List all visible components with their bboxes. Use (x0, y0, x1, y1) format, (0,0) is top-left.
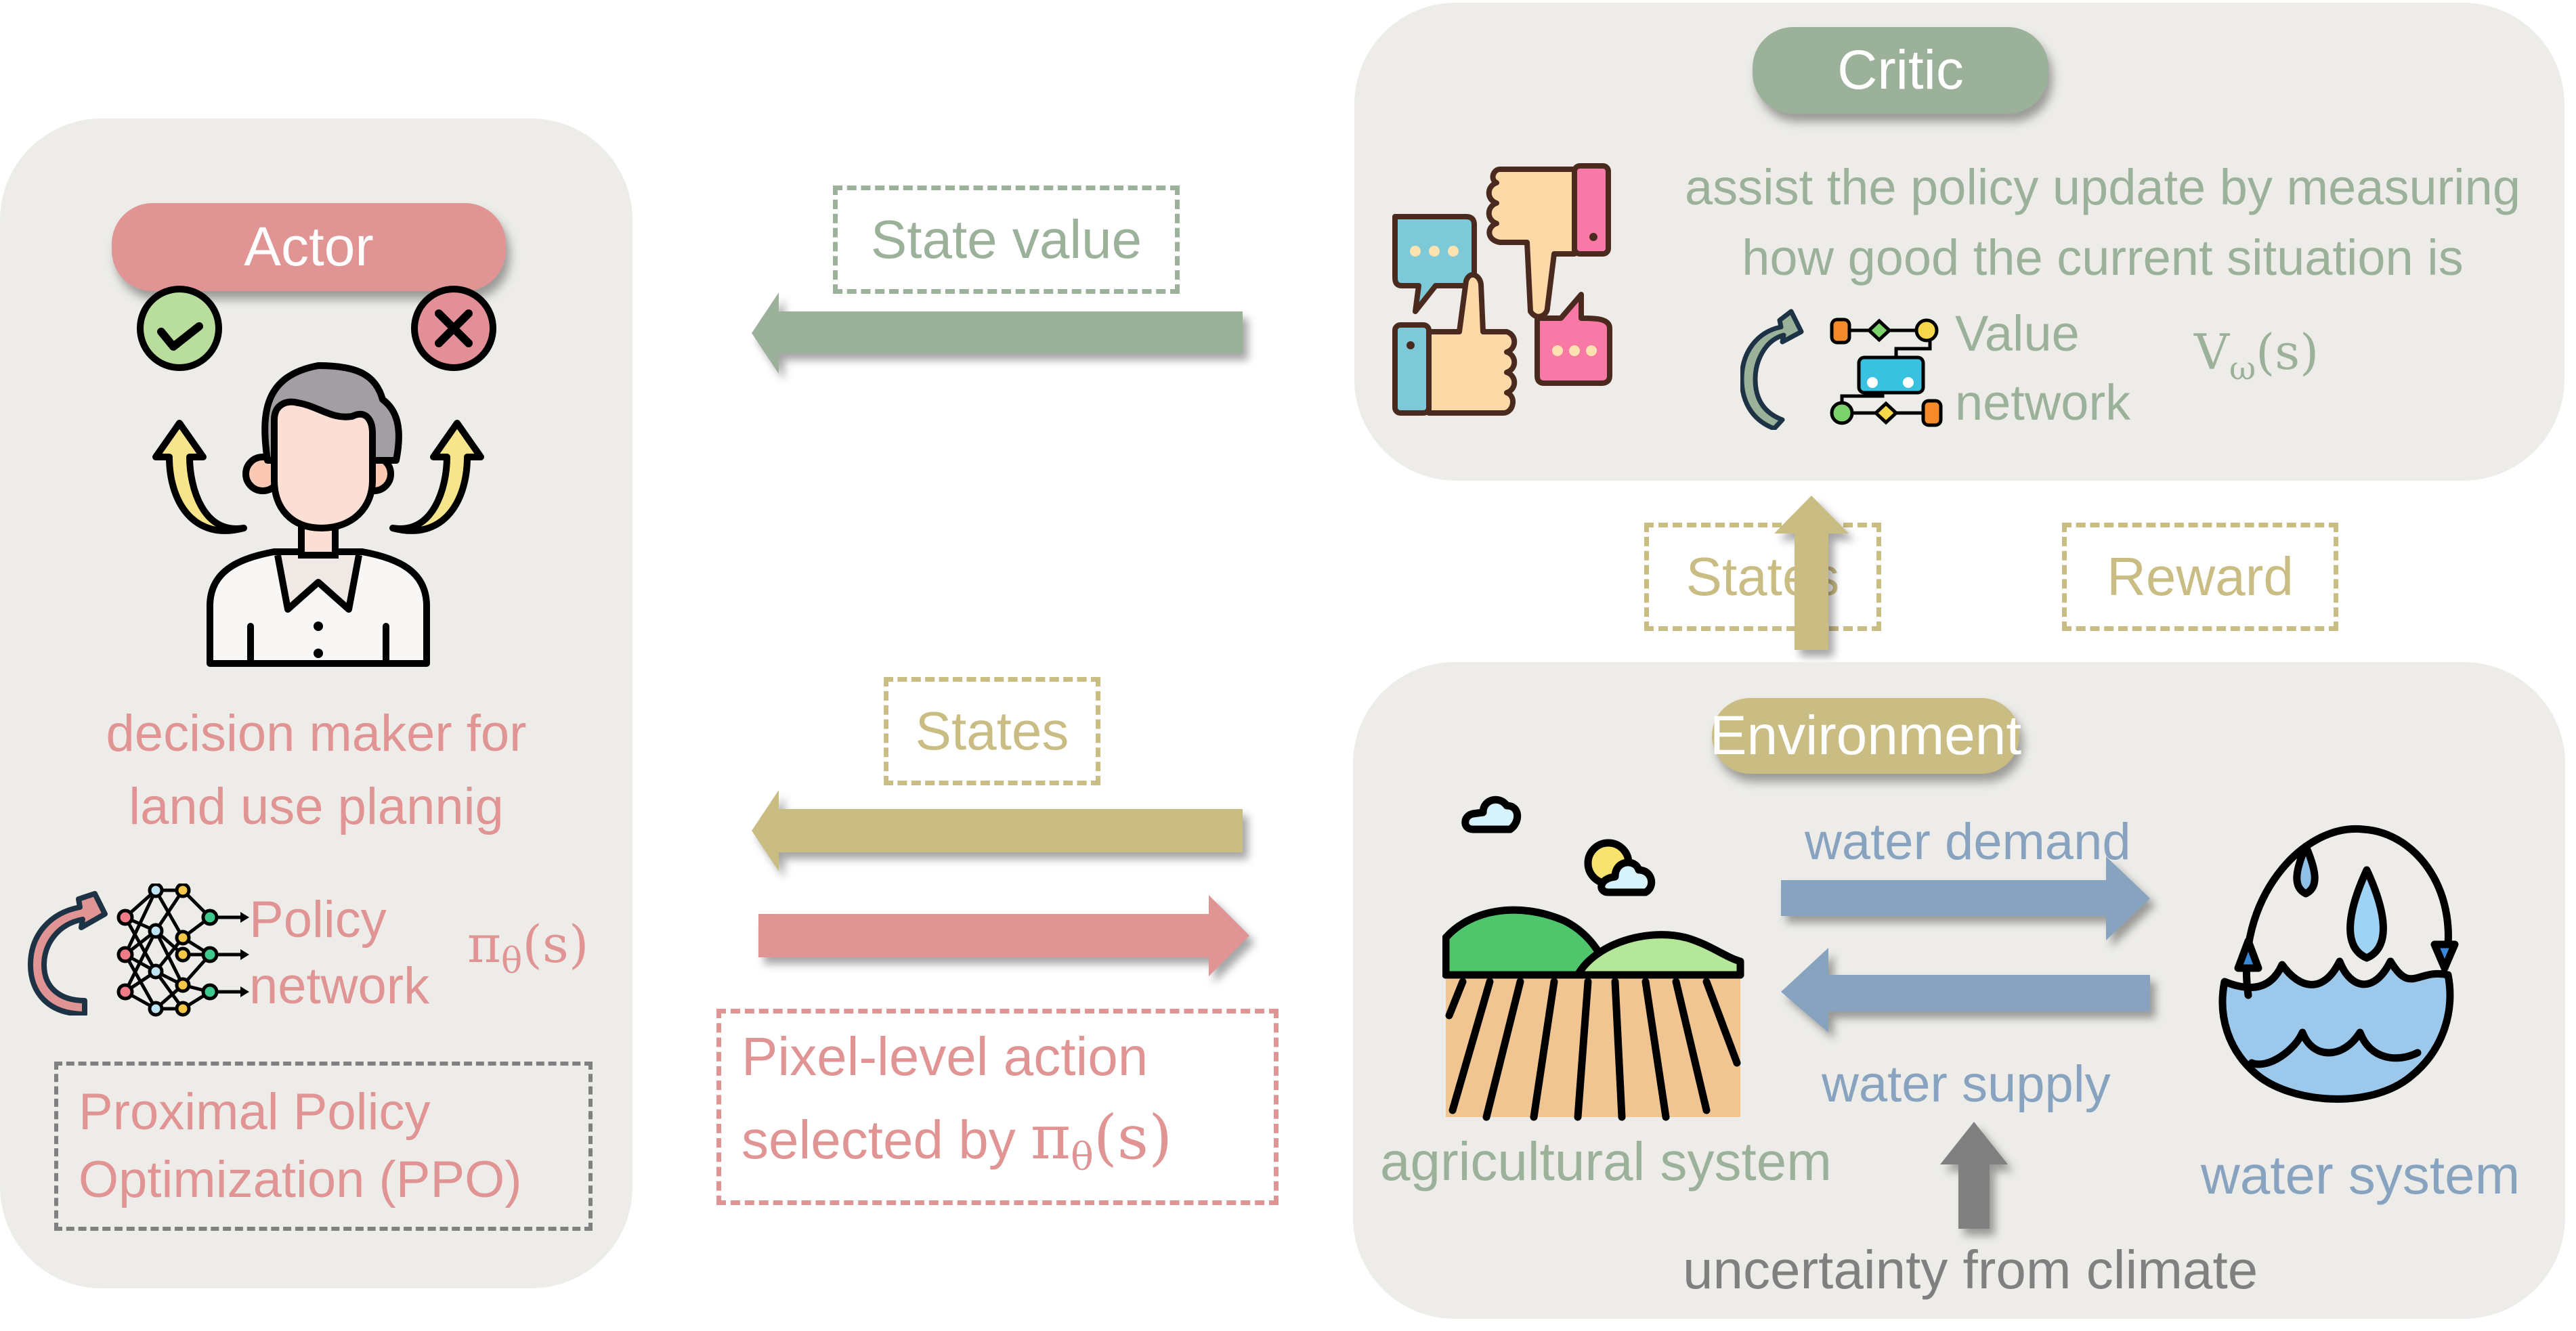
cross-icon (411, 286, 496, 371)
state-value-label: State value (870, 209, 1142, 269)
reward-label: Reward (2107, 546, 2294, 607)
actor-description-line2: land use plannig (129, 778, 504, 835)
action-label-line2: selected by πθ(s) (742, 1097, 1274, 1198)
ppo-box: Proximal Policy Optimization (PPO) (54, 1062, 593, 1231)
policy-subscript: θ (500, 941, 523, 982)
states-to-actor-label: States (915, 701, 1069, 761)
water-system-label: water system (2201, 1145, 2520, 1205)
water-cycle-icon (2218, 825, 2459, 1103)
decision-maker-person-icon (137, 286, 496, 667)
critic-title-badge: Critic (1753, 27, 2048, 114)
check-icon (137, 286, 222, 371)
action-subscript: θ (1071, 1135, 1094, 1179)
water-supply-arrow (1781, 948, 2150, 1032)
ppo-label-line1: Proximal Policy (79, 1083, 431, 1141)
value-network-label: Value network (1955, 299, 2130, 437)
actor-description-line1: decision maker for (106, 705, 527, 762)
states-reward-up-arrow (1774, 496, 1849, 650)
actor-description: decision maker for land use plannig (0, 697, 632, 844)
climate-uncertainty-label: uncertainty from climate (1683, 1240, 2258, 1300)
update-cycle-arrow-icon (1740, 309, 1804, 430)
policy-arg: (s) (522, 914, 589, 974)
update-cycle-arrow-icon (28, 891, 108, 1016)
value-network-icon (1830, 318, 1943, 427)
policy-network-label: Policy network (249, 887, 429, 1020)
neural-network-icon (116, 883, 249, 1017)
state-value-label-box: State value (833, 186, 1180, 294)
environment-title: Environment (1709, 705, 2022, 766)
value-subscript: ω (2229, 349, 2256, 388)
value-network-line2: network (1955, 374, 2131, 431)
action-label-line1: Pixel-level action (742, 1026, 1149, 1087)
critic-description-line1: assist the policy update by measuring (1684, 159, 2520, 215)
critic-description: assist the policy update by measuring ho… (1652, 152, 2553, 293)
thumbs-feedback-icon (1392, 163, 1612, 416)
policy-function: πθ(s) (467, 914, 589, 982)
reward-label-box: Reward (2062, 523, 2338, 631)
value-symbol: V (2194, 324, 2229, 380)
value-network-line1: Value (1955, 305, 2080, 362)
environment-title-badge: Environment (1709, 698, 2022, 774)
water-supply-label: water supply (1822, 1055, 2111, 1113)
farmland-icon (1442, 795, 1744, 1121)
critic-title: Critic (1837, 39, 1964, 101)
states-to-actor-arrow (752, 790, 1243, 871)
water-demand-arrow (1781, 856, 2150, 940)
action-label-prefix: selected by (742, 1109, 1031, 1170)
state-value-arrow (752, 292, 1243, 374)
policy-symbol: π (467, 914, 501, 974)
critic-description-line2: how good the current situation is (1742, 230, 2464, 286)
action-arrow (758, 895, 1249, 976)
value-function: Vω(s) (2194, 324, 2319, 387)
action-label-box: Pixel-level action selected by πθ(s) (716, 1009, 1279, 1205)
action-arg: (s) (1093, 1101, 1173, 1173)
agricultural-system-label: agricultural system (1380, 1131, 1832, 1192)
policy-network-line1: Policy (249, 891, 387, 948)
ppo-label-line2: Optimization (PPO) (79, 1151, 522, 1208)
policy-network-line2: network (249, 957, 430, 1015)
states-to-actor-label-box: States (884, 677, 1100, 785)
value-arg: (s) (2256, 324, 2319, 380)
climate-uncertainty-arrow (1940, 1122, 2008, 1229)
action-symbol: π (1030, 1101, 1071, 1173)
